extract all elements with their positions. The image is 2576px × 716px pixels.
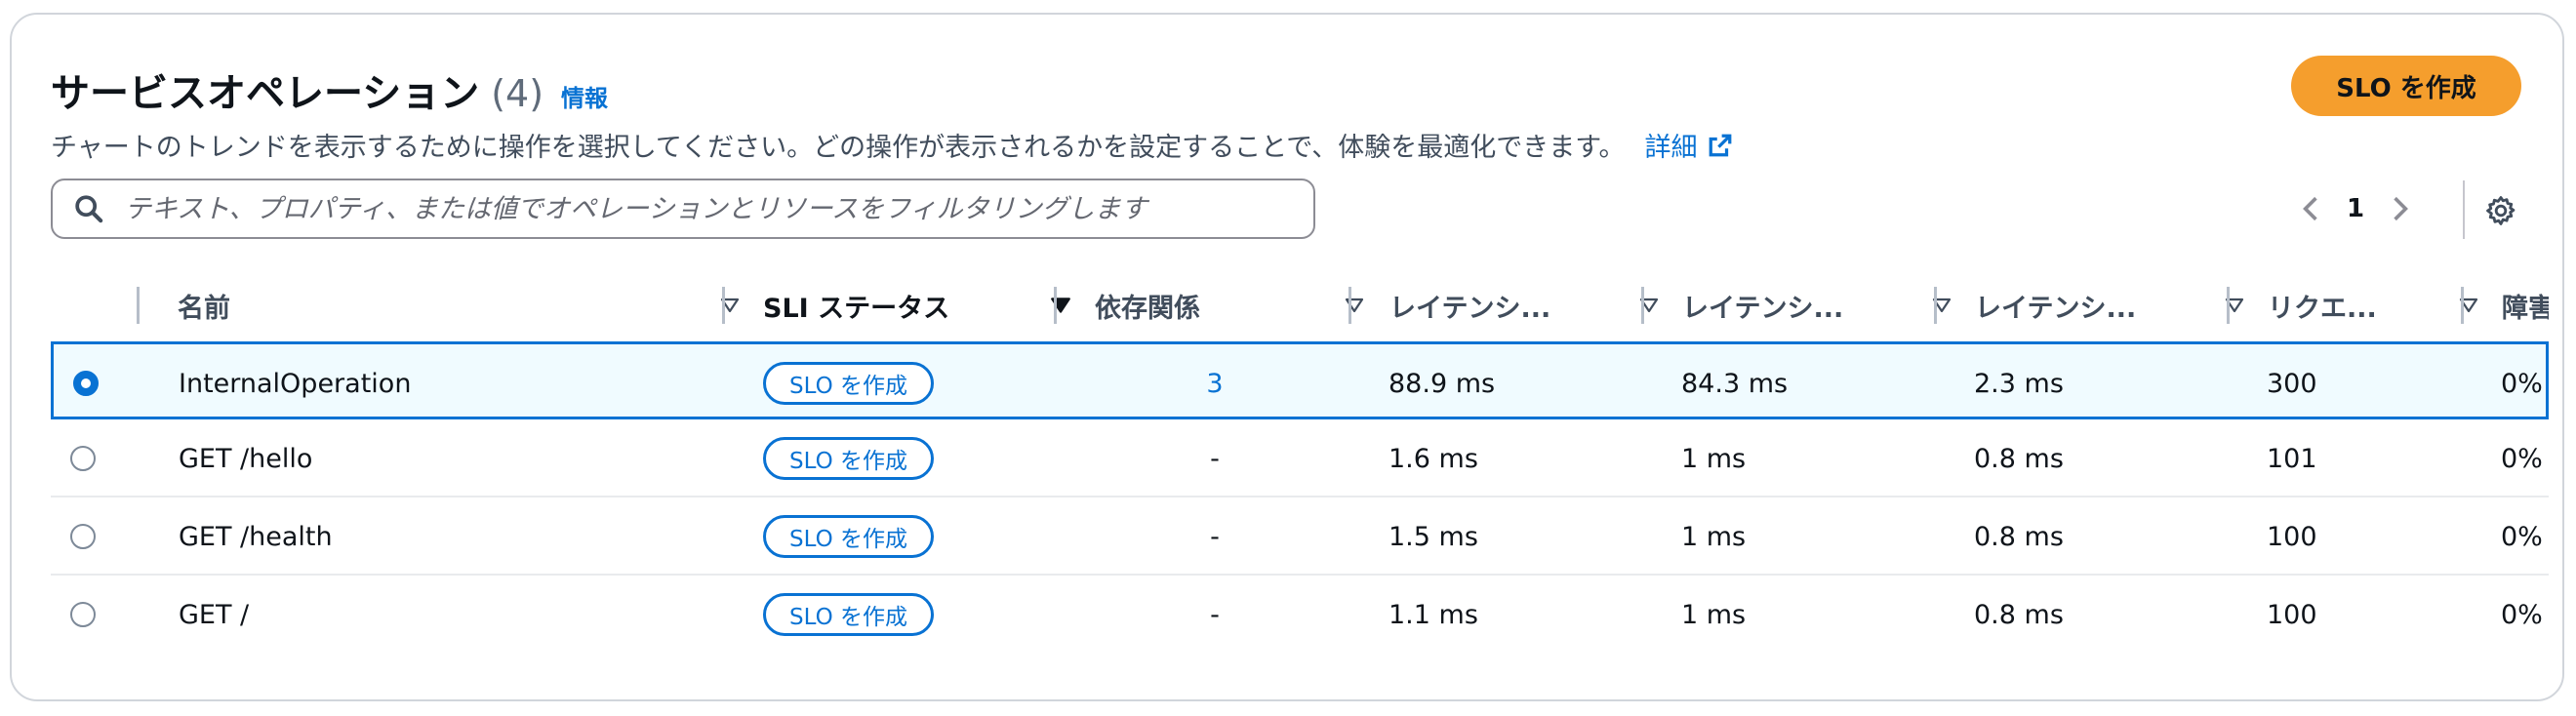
radio-button[interactable]	[70, 524, 96, 549]
row-select-radio[interactable]	[70, 419, 96, 497]
dependencies-value: -	[1210, 599, 1220, 630]
latency-2-value: 1 ms	[1681, 599, 1747, 630]
faults-value: 0%	[2501, 443, 2543, 474]
table-header: 名前 SLI ステータス 依存関係 レイテンシ... レイテンシ... レイテン…	[51, 273, 2549, 338]
table-row[interactable]: GET /health SLO を作成 - 1.5 ms 1 ms 0.8 ms…	[51, 497, 2549, 576]
column-resizer[interactable]	[1054, 287, 1057, 324]
detail-link[interactable]: 詳細	[1645, 126, 1733, 164]
sort-icon	[1345, 298, 1364, 313]
latency-3-value: 0.8 ms	[1974, 443, 2064, 474]
operation-name: GET /hello	[179, 443, 313, 474]
title-row: サービスオペレーション (4) 情報	[51, 61, 608, 118]
requests-value: 100	[2267, 599, 2317, 630]
description-text: チャートのトレンドを表示するために操作を選択してください。どの操作が表示されるか…	[51, 133, 1626, 163]
row-select-radio[interactable]	[70, 497, 96, 576]
create-slo-pill[interactable]: SLO を作成	[763, 515, 935, 558]
search-input[interactable]	[123, 192, 1313, 225]
latency-1-value: 1.1 ms	[1389, 599, 1478, 630]
next-page-button[interactable]	[2381, 194, 2420, 223]
column-header-sli-status[interactable]: SLI ステータス	[763, 273, 1095, 338]
sli-status-cell: SLO を作成	[763, 419, 935, 497]
column-resizer[interactable]	[2227, 287, 2230, 324]
create-slo-button[interactable]: SLO を作成	[2291, 56, 2521, 116]
search-box[interactable]	[51, 179, 1315, 239]
external-link-icon	[1709, 134, 1731, 156]
sli-status-cell: SLO を作成	[763, 344, 935, 422]
sli-status-cell: SLO を作成	[763, 576, 935, 654]
operation-name: GET /	[179, 599, 250, 630]
table-row[interactable]: GET / SLO を作成 - 1.1 ms 1 ms 0.8 ms 100 0…	[51, 576, 2549, 654]
column-resizer[interactable]	[722, 287, 725, 324]
detail-link-label: 詳細	[1644, 133, 1698, 163]
dependencies-value[interactable]: 3	[1195, 344, 1234, 422]
preferences-button[interactable]	[2484, 194, 2517, 231]
latency-2-value: 84.3 ms	[1681, 368, 1789, 399]
operation-name: InternalOperation	[179, 368, 412, 399]
radio-button[interactable]	[73, 371, 99, 396]
latency-3-value: 0.8 ms	[1974, 599, 2064, 630]
pagination-divider	[2463, 180, 2465, 239]
requests-value: 100	[2267, 521, 2317, 552]
latency-2-value: 1 ms	[1681, 521, 1747, 552]
column-header-name[interactable]: 名前	[178, 273, 763, 338]
create-slo-pill[interactable]: SLO を作成	[763, 437, 935, 480]
requests-value: 101	[2267, 443, 2317, 474]
operation-count: (4)	[491, 72, 544, 115]
latency-2-value: 1 ms	[1681, 443, 1747, 474]
search-icon	[75, 195, 103, 223]
column-header-latency-3[interactable]: レイテンシ...	[1975, 273, 2268, 338]
column-header-dependencies[interactable]: 依存関係	[1095, 273, 1388, 338]
column-header-latency-1[interactable]: レイテンシ...	[1389, 273, 1682, 338]
latency-1-value: 1.5 ms	[1389, 521, 1478, 552]
chevron-left-icon	[2303, 196, 2317, 221]
column-header-latency-2[interactable]: レイテンシ...	[1682, 273, 1975, 338]
radio-button[interactable]	[70, 602, 96, 627]
column-resizer[interactable]	[1934, 287, 1937, 324]
gear-icon	[2486, 196, 2516, 225]
column-resizer[interactable]	[1641, 287, 1644, 324]
latency-1-value: 88.9 ms	[1389, 368, 1496, 399]
prev-page-button[interactable]	[2291, 194, 2330, 223]
row-select-radio[interactable]	[73, 344, 99, 422]
operations-table: 名前 SLI ステータス 依存関係 レイテンシ... レイテンシ... レイテン…	[51, 273, 2549, 636]
latency-3-value: 0.8 ms	[1974, 521, 2064, 552]
table-row[interactable]: InternalOperation SLO を作成 3 88.9 ms 84.3…	[51, 341, 2549, 419]
sli-status-cell: SLO を作成	[763, 497, 935, 576]
dependencies-link[interactable]: 3	[1206, 369, 1223, 399]
dependencies-value: -	[1210, 443, 1220, 474]
requests-value: 300	[2267, 368, 2317, 399]
faults-value: 0%	[2501, 368, 2543, 399]
row-select-radio[interactable]	[70, 576, 96, 654]
column-header-requests[interactable]: リクエ...	[2268, 273, 2502, 338]
latency-1-value: 1.6 ms	[1389, 443, 1478, 474]
description: チャートのトレンドを表示するために操作を選択してください。どの操作が表示されるか…	[51, 126, 1733, 164]
page-title: サービスオペレーション	[51, 71, 480, 116]
pagination: 1	[2291, 179, 2420, 239]
faults-value: 0%	[2501, 599, 2543, 630]
column-resizer[interactable]	[137, 287, 140, 324]
column-resizer[interactable]	[2461, 287, 2464, 324]
column-resizer[interactable]	[1348, 287, 1351, 324]
dependencies-value: -	[1210, 521, 1220, 552]
service-operations-panel: サービスオペレーション (4) 情報 チャートのトレンドを表示するために操作を選…	[10, 13, 2564, 701]
chevron-right-icon	[2394, 196, 2408, 221]
create-slo-pill[interactable]: SLO を作成	[763, 593, 935, 636]
operation-name: GET /health	[179, 521, 333, 552]
faults-value: 0%	[2501, 521, 2543, 552]
latency-3-value: 2.3 ms	[1974, 368, 2064, 399]
radio-button[interactable]	[70, 446, 96, 471]
table-row[interactable]: GET /hello SLO を作成 - 1.6 ms 1 ms 0.8 ms …	[51, 419, 2549, 497]
create-slo-pill[interactable]: SLO を作成	[763, 362, 935, 405]
info-link[interactable]: 情報	[561, 79, 608, 113]
column-header-faults[interactable]: 障害	[2502, 273, 2549, 338]
current-page[interactable]: 1	[2330, 194, 2381, 223]
